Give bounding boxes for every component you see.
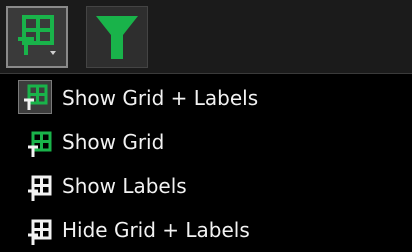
menu-item-hide-grid-labels[interactable]: Hide Grid + Labels bbox=[12, 208, 412, 252]
menu-item-label: Show Labels bbox=[62, 174, 187, 198]
grid-icon bbox=[22, 127, 52, 157]
menu-item-label: Hide Grid + Labels bbox=[62, 218, 250, 242]
labels-icon bbox=[22, 171, 52, 201]
filter-button[interactable] bbox=[86, 6, 148, 68]
menu-item-show-grid[interactable]: Show Grid bbox=[12, 120, 412, 164]
menu-item-label: Show Grid bbox=[62, 130, 165, 154]
hide-grid-labels-icon bbox=[22, 215, 52, 245]
grid-labels-icon bbox=[18, 80, 52, 114]
menu-item-label: Show Grid + Labels bbox=[62, 86, 259, 110]
menu-item-show-labels[interactable]: Show Labels bbox=[12, 164, 412, 208]
filter-icon bbox=[96, 16, 138, 59]
grid-labels-toggle-button[interactable] bbox=[6, 6, 68, 68]
grid-labels-icon bbox=[18, 15, 56, 55]
grid-display-menu: Show Grid + Labels Show Grid Show Labels bbox=[12, 74, 412, 252]
toolbar bbox=[0, 0, 412, 74]
menu-item-show-grid-labels[interactable]: Show Grid + Labels bbox=[12, 76, 412, 120]
